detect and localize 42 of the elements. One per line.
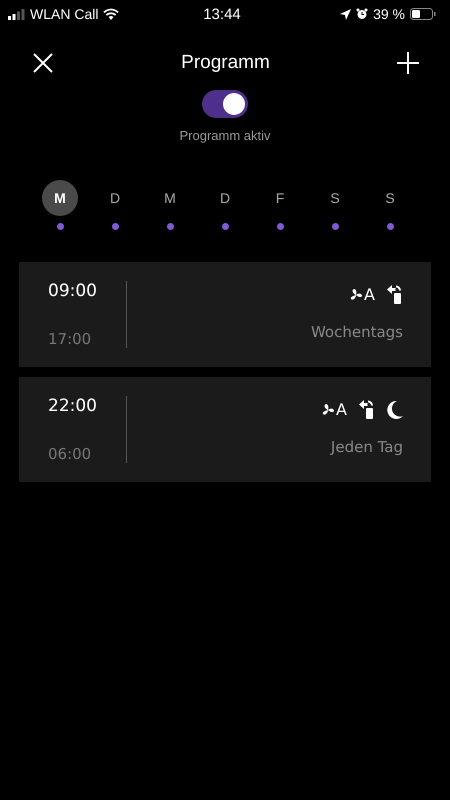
day-dot bbox=[276, 223, 284, 230]
oscillation-icon bbox=[359, 400, 375, 419]
day-tab[interactable]: S bbox=[372, 180, 408, 216]
day-dot bbox=[166, 223, 174, 230]
moon-icon bbox=[387, 400, 403, 418]
day-tab[interactable]: D bbox=[207, 180, 243, 216]
battery-icon bbox=[410, 8, 436, 20]
day-dot bbox=[386, 223, 394, 230]
program-toggle[interactable] bbox=[202, 90, 248, 118]
repeat-label: Jeden Tag bbox=[330, 438, 403, 456]
alarm-icon bbox=[356, 8, 368, 20]
day-tab[interactable]: M bbox=[42, 180, 78, 216]
day-tab[interactable]: F bbox=[262, 180, 298, 216]
screen-title: Programm bbox=[181, 52, 270, 74]
fan-icon bbox=[349, 288, 364, 302]
start-time: 22:00 bbox=[48, 396, 97, 416]
day-dot bbox=[332, 223, 338, 230]
end-time: 17:00 bbox=[48, 330, 92, 348]
close-button[interactable] bbox=[32, 52, 54, 74]
fan-icon bbox=[321, 402, 336, 416]
carrier-name: WLAN Call bbox=[30, 6, 98, 22]
day-tab[interactable]: D bbox=[97, 180, 133, 216]
day-dot bbox=[222, 223, 228, 230]
wifi-icon bbox=[103, 8, 120, 20]
oscillation-icon bbox=[387, 285, 403, 304]
status-time: 13:44 bbox=[203, 6, 241, 22]
battery-percent: 39 % bbox=[373, 6, 405, 22]
signal-icon bbox=[8, 8, 25, 20]
repeat-label: Wochentags bbox=[310, 323, 403, 341]
toggle-label: Programm aktiv bbox=[179, 128, 271, 143]
program-card[interactable]: 22:00 06:00 A Jeden Tag bbox=[19, 377, 431, 482]
location-icon bbox=[340, 8, 352, 20]
fan-mode-label: A bbox=[336, 400, 347, 419]
day-dot bbox=[56, 223, 64, 230]
end-time: 06:00 bbox=[48, 445, 92, 463]
start-time: 09:00 bbox=[48, 281, 97, 301]
fan-mode-label: A bbox=[364, 285, 375, 304]
add-button[interactable] bbox=[397, 52, 419, 74]
day-tab[interactable]: S bbox=[317, 180, 353, 216]
day-tab[interactable]: M bbox=[152, 180, 188, 216]
day-dot bbox=[112, 223, 118, 230]
program-card[interactable]: 09:00 17:00 A Wochentags bbox=[19, 262, 431, 367]
